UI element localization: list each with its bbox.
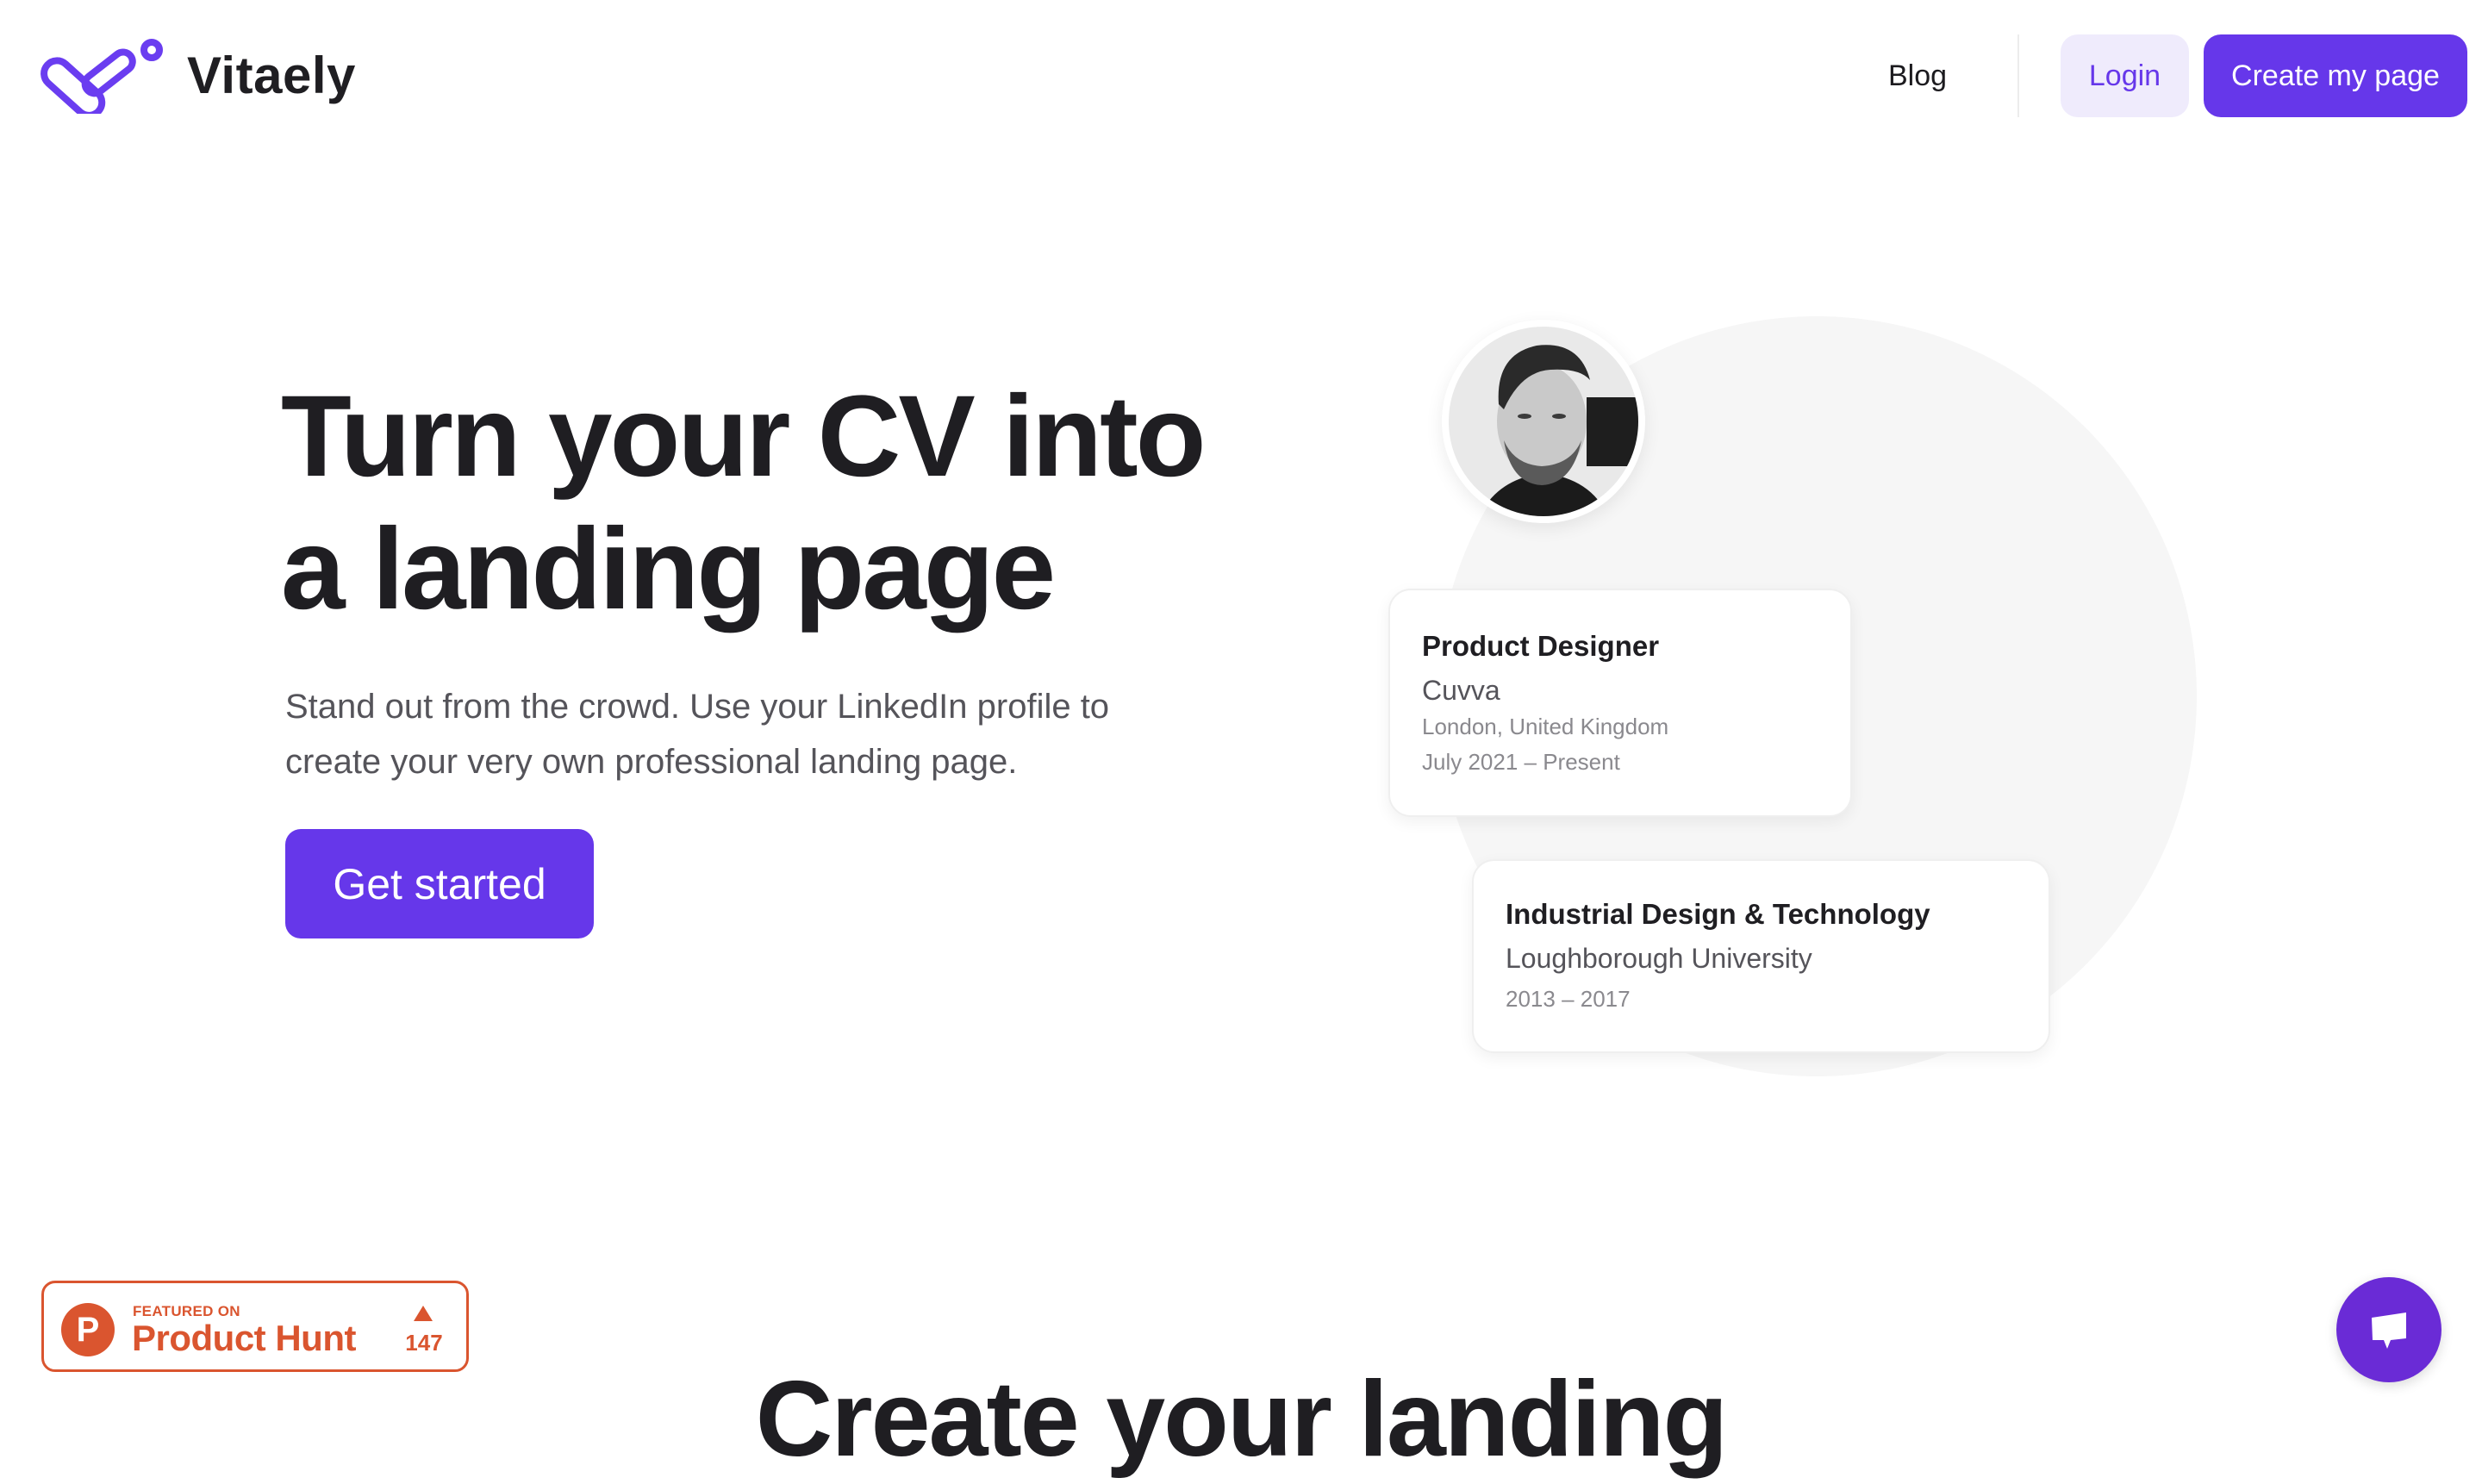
company-name: Cuvva (1422, 675, 1500, 706)
hero-headline: Turn your CV into a landing page (281, 371, 1315, 636)
product-hunt-name: Product Hunt (132, 1318, 356, 1358)
profile-photo-icon (1442, 320, 1645, 523)
education-dates: 2013 – 2017 (1506, 986, 1631, 1012)
product-hunt-logo-icon: P (61, 1303, 115, 1356)
brand-name[interactable]: Vitaely (187, 45, 356, 107)
subtext-line-1: Stand out from the crowd. Use your Linke… (285, 688, 1110, 726)
create-my-page-button[interactable]: Create my page (2204, 34, 2467, 117)
nav-divider (2017, 34, 2019, 117)
upvote-count: 147 (405, 1330, 443, 1356)
section-heading: Create your landing (755, 1360, 1728, 1479)
get-started-button[interactable]: Get started (285, 829, 594, 938)
subtext-line-2: create your very own professional landin… (285, 743, 1018, 781)
avatar (1442, 320, 1645, 523)
degree-name: Industrial Design & Technology (1506, 898, 1930, 930)
hero-subtext: Stand out from the crowd. Use your Linke… (285, 679, 1233, 789)
nav-blog-link[interactable]: Blog (1862, 52, 1974, 100)
job-dates: July 2021 – Present (1422, 749, 1620, 775)
login-button[interactable]: Login (2061, 34, 2189, 117)
job-location: London, United Kingdom (1422, 714, 1669, 739)
school-name: Loughborough University (1506, 943, 1812, 974)
education-card: Industrial Design & Technology Loughboro… (1472, 859, 2050, 1053)
triangle-up-icon (414, 1306, 433, 1321)
job-title: Product Designer (1422, 630, 1660, 662)
headline-line-2: a landing page (281, 505, 1056, 633)
vitaely-logo-icon[interactable] (40, 38, 167, 114)
headline-line-1: Turn your CV into (281, 372, 1207, 501)
experience-card: Product Designer Cuvva London, United Ki… (1388, 589, 1852, 817)
chat-bubble-icon (2372, 1313, 2406, 1349)
